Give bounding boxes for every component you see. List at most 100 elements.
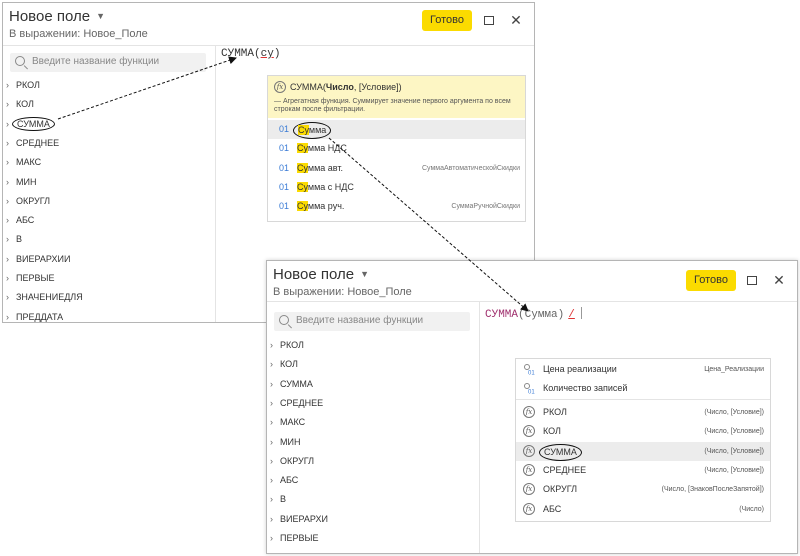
suggestion-item[interactable]: 01 Сумма с НДС xyxy=(268,178,525,197)
chevron-right-icon[interactable]: › xyxy=(6,135,16,151)
expression-input[interactable]: СУММА(Сумма) / xyxy=(485,307,582,321)
suggestion-item[interactable]: 01 Сумма руч. СуммаРучнойСкидки xyxy=(268,197,525,216)
function-signature-hint: (Число, [Условие]) xyxy=(704,447,764,455)
chevron-right-icon[interactable]: › xyxy=(270,356,280,372)
chevron-right-icon[interactable]: › xyxy=(270,434,280,450)
function-name: ПЕРВЫЕ xyxy=(280,533,319,543)
close-icon[interactable]: ✕ xyxy=(509,13,523,27)
function-suggestion-item[interactable]: fx СРЕДНЕЕ (Число, [Условие]) xyxy=(516,461,770,480)
field-name: Количество записей xyxy=(543,383,628,393)
function-list-item[interactable]: › СУММА xyxy=(270,376,313,392)
suggestion-item[interactable]: 01 Сумма авт. СуммаАвтоматическойСкидки xyxy=(268,159,525,178)
function-list-item[interactable]: › ЗНАЧЕНИЕДЛЯ xyxy=(6,289,83,305)
function-name: СУММА xyxy=(280,378,313,389)
function-list-item[interactable]: › ВИЕРАРХИ xyxy=(270,511,328,527)
function-suggestion-item[interactable]: fx КОЛ (Число, [Условие]) xyxy=(516,422,770,441)
maximize-icon[interactable] xyxy=(747,276,757,285)
header-divider xyxy=(3,45,534,46)
suggestion-item[interactable]: 01 Сумма xyxy=(268,120,525,139)
function-name: МИН xyxy=(16,176,37,187)
field-suggestion-item[interactable]: 01 Цена реализации Цена_Реализации xyxy=(516,360,770,379)
function-list-item[interactable]: › СУММА xyxy=(6,116,55,132)
function-list-item[interactable]: › ВИЕРАРХИИ xyxy=(6,251,70,267)
function-list-item[interactable]: › МИН xyxy=(270,434,300,450)
title-text: Новое поле xyxy=(273,266,355,283)
search-icon xyxy=(15,56,25,66)
chevron-right-icon[interactable]: › xyxy=(270,472,280,488)
function-list-item[interactable]: › ОКРУГЛ xyxy=(6,193,50,209)
suggestion-item[interactable]: 01 Сумма НДС xyxy=(268,139,525,158)
search-placeholder: Введите название функции xyxy=(32,56,160,67)
window-title[interactable]: Новое поле ▼ xyxy=(273,266,369,283)
function-suggestion-item[interactable]: fx АБС (Число) xyxy=(516,500,770,519)
function-list-item[interactable]: › АБС xyxy=(6,212,34,228)
function-list-item[interactable]: › КОЛ xyxy=(6,96,34,112)
chevron-right-icon[interactable]: › xyxy=(6,309,16,322)
function-list-item[interactable]: › ПРЕДДАТА xyxy=(6,309,63,322)
function-list-item[interactable]: › МИН xyxy=(6,174,36,190)
sig-fn: СУММА( xyxy=(290,82,326,92)
chevron-right-icon[interactable]: › xyxy=(6,251,16,267)
function-name: КОЛ xyxy=(543,426,561,437)
function-name: КОЛ xyxy=(280,359,298,370)
function-name: АБС xyxy=(543,503,562,514)
function-signature-hint: (Число, [Условие]) xyxy=(704,466,764,474)
expression-subtitle: В выражении: Новое_Поле xyxy=(9,28,148,40)
chevron-right-icon[interactable]: › xyxy=(270,491,280,507)
chevron-right-icon[interactable]: › xyxy=(6,289,16,305)
caret-down-icon[interactable]: ▼ xyxy=(360,269,369,279)
field-suggestion-item[interactable]: 01 Количество записей xyxy=(516,379,770,398)
close-icon[interactable]: ✕ xyxy=(772,273,786,287)
caret-down-icon[interactable]: ▼ xyxy=(96,11,105,21)
expr-close-paren: ) xyxy=(273,48,281,60)
field-hint: Цена_Реализации xyxy=(704,366,764,373)
function-list-item[interactable]: › МАКС xyxy=(6,154,41,170)
suggestion-name: Сумма xyxy=(293,122,332,139)
match-highlight: Су xyxy=(297,201,308,212)
function-list-item[interactable]: › В xyxy=(6,231,22,247)
chevron-right-icon[interactable]: › xyxy=(6,96,16,112)
function-suggestion-item[interactable]: fx РКОЛ (Число, [Условие]) xyxy=(516,403,770,422)
chevron-right-icon[interactable]: › xyxy=(270,414,280,430)
function-list-item[interactable]: › РКОЛ xyxy=(270,337,304,353)
chevron-right-icon[interactable]: › xyxy=(270,337,280,353)
chevron-right-icon[interactable]: › xyxy=(6,193,16,209)
function-list-item[interactable]: › ОКРУГЛ xyxy=(270,453,314,469)
chevron-right-icon[interactable]: › xyxy=(6,212,16,228)
expression-input[interactable]: СУММА(су) xyxy=(221,48,280,60)
function-name: СРЕДНЕЕ xyxy=(280,397,324,408)
chevron-right-icon[interactable]: › xyxy=(6,77,16,93)
function-list-item[interactable]: › МАКС xyxy=(270,414,305,430)
function-list-item[interactable]: › СРЕДНЕЕ xyxy=(270,395,323,411)
done-button[interactable]: Готово xyxy=(422,10,472,31)
function-list-item[interactable]: › ПЕРВЫЕ xyxy=(270,530,318,546)
function-suggestion-item[interactable]: fx ОКРУГЛ (Число, [ЗнаковПослеЗапятой]) xyxy=(516,480,770,499)
chevron-right-icon[interactable]: › xyxy=(270,511,280,527)
fx-icon: fx xyxy=(523,406,535,418)
window-title[interactable]: Новое поле ▼ xyxy=(9,8,105,25)
function-list-item[interactable]: › РКОЛ xyxy=(6,77,40,93)
function-list-item[interactable]: › В xyxy=(270,491,286,507)
chevron-right-icon[interactable]: › xyxy=(270,453,280,469)
chevron-right-icon[interactable]: › xyxy=(270,395,280,411)
chevron-right-icon[interactable]: › xyxy=(6,154,16,170)
chevron-right-icon[interactable]: › xyxy=(6,231,16,247)
maximize-icon[interactable] xyxy=(484,16,494,25)
function-name: ОКРУГЛ xyxy=(16,195,51,206)
function-list-item[interactable]: › СРЕДНЕЕ xyxy=(6,135,59,151)
field-code: 01 xyxy=(279,143,290,154)
expr-function: СУММА xyxy=(485,309,519,321)
done-button[interactable]: Готово xyxy=(686,270,736,291)
chevron-right-icon[interactable]: › xyxy=(270,376,280,392)
function-suggestion-item[interactable]: fx СУММА (Число, [Условие]) xyxy=(516,441,770,461)
function-search-input[interactable]: Введите название функции xyxy=(274,312,470,331)
function-name: ОКРУГЛ xyxy=(543,484,578,495)
suggestion-name: Сумма НДС xyxy=(297,139,347,158)
function-search-input[interactable]: Введите название функции xyxy=(10,53,206,72)
function-list-item[interactable]: › АБС xyxy=(270,472,298,488)
function-list-item[interactable]: › ПЕРВЫЕ xyxy=(6,270,54,286)
function-list-item[interactable]: › КОЛ xyxy=(270,356,298,372)
chevron-right-icon[interactable]: › xyxy=(270,530,280,546)
chevron-right-icon[interactable]: › xyxy=(6,174,16,190)
chevron-right-icon[interactable]: › xyxy=(6,270,16,286)
